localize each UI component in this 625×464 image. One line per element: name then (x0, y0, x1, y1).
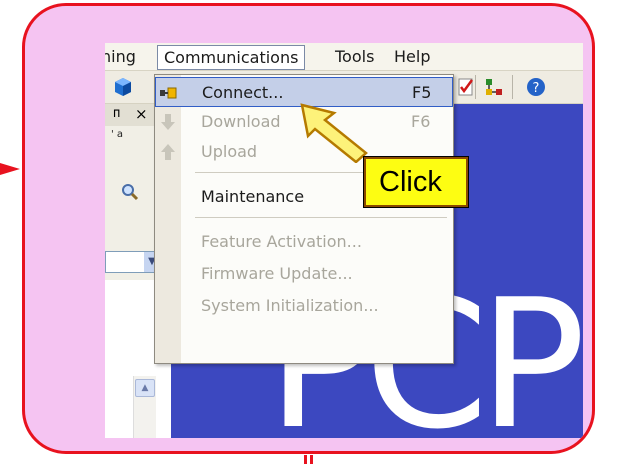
pin-icon[interactable]: ᴨ (113, 106, 120, 121)
close-icon[interactable]: × (135, 105, 148, 123)
menu-partial-item[interactable]: ning (105, 47, 136, 66)
scroll-up-icon[interactable]: ▲ (135, 379, 155, 397)
pointer-tick (310, 455, 313, 464)
search-icon[interactable] (121, 183, 139, 201)
svg-text:?: ? (533, 81, 540, 96)
menu-item-system-initialization[interactable]: System Initialization... (155, 291, 453, 321)
panel-dropdown[interactable]: ▼ (105, 251, 161, 273)
click-callout-label: Click (379, 166, 442, 198)
menu-item-label: Feature Activation... (201, 232, 362, 251)
menu-item-firmware-update[interactable]: Firmware Update... (155, 259, 453, 289)
menu-item-label: Maintenance (201, 187, 305, 206)
menu-communications[interactable]: Communications (157, 45, 306, 70)
scrollbar[interactable]: ▲ (133, 376, 156, 438)
panel-label: ' a (111, 129, 124, 140)
cube-icon[interactable] (112, 76, 134, 98)
menu-item-shortcut: F5 (412, 83, 432, 102)
menu-item-label: Firmware Update... (201, 264, 353, 283)
upload-arrow-icon (161, 144, 175, 160)
pointer-tick (304, 455, 307, 464)
menu-item-feature-activation[interactable]: Feature Activation... (155, 227, 453, 257)
connect-plug-icon (160, 87, 177, 99)
checklist-icon[interactable] (455, 76, 477, 98)
menu-help[interactable]: Help (394, 47, 430, 66)
menu-tools[interactable]: Tools (335, 47, 374, 66)
help-icon[interactable]: ? (525, 76, 547, 98)
menu-bar: ning Communications Tools Help (105, 43, 583, 71)
menu-item-label: Upload (201, 142, 258, 161)
menu-item-label: System Initialization... (201, 296, 379, 315)
menu-item-shortcut: F6 (411, 112, 431, 131)
menu-separator (195, 217, 447, 218)
menu-item-label: Connect... (202, 83, 284, 102)
menu-item-label: Download (201, 112, 281, 131)
highlight-frame: ning Communications Tools Help (22, 3, 595, 454)
download-arrow-icon (161, 114, 175, 130)
network-icon[interactable] (483, 76, 505, 98)
pointer-arrow-left (0, 163, 20, 175)
app-window: ning Communications Tools Help (105, 43, 583, 438)
callout-arrow-icon (300, 103, 368, 163)
click-callout: Click (363, 156, 469, 208)
